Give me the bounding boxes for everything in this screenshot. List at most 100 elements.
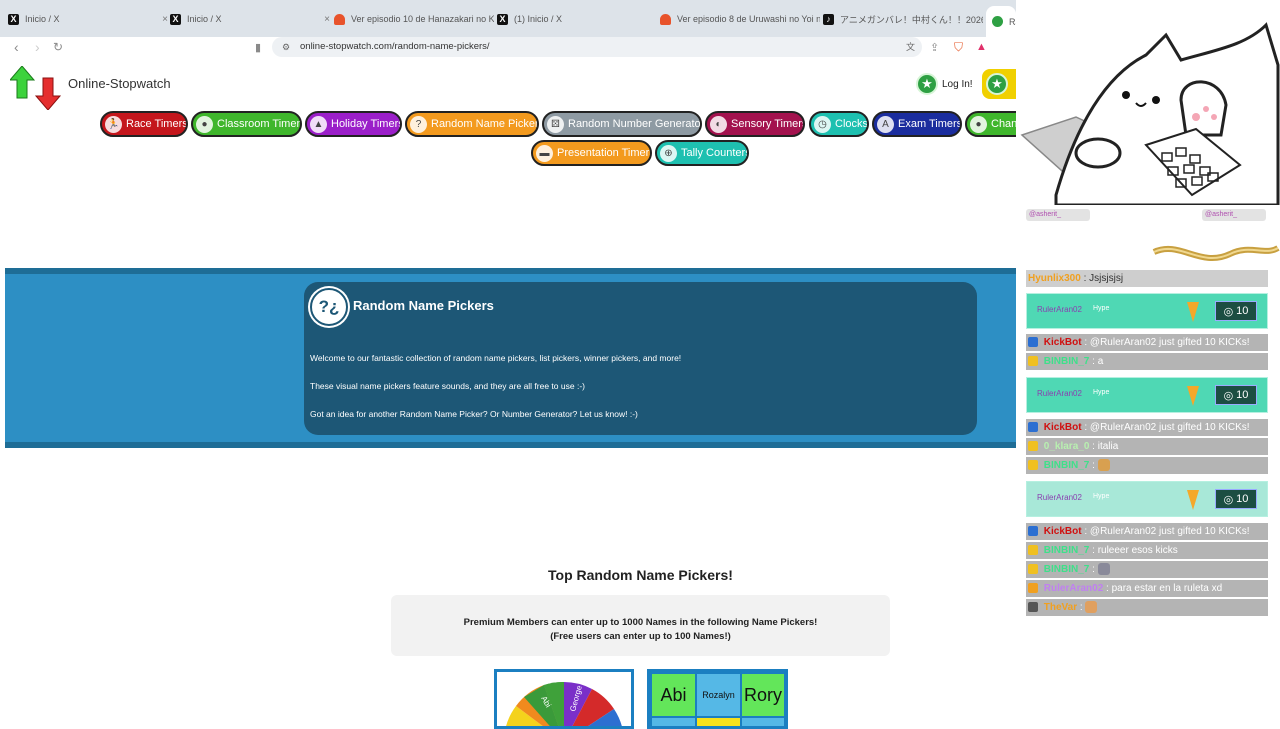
tab-6[interactable]: ♪ アニメガンバレ！中村くん！！2026年... <box>823 8 983 30</box>
forward-icon[interactable]: › <box>35 39 40 55</box>
reload-icon[interactable]: ↻ <box>53 40 63 54</box>
chat-text: : @RulerAran02 just gifted 10 KICKs! <box>1084 526 1250 537</box>
bongo-cat-image <box>1020 22 1280 207</box>
site-title[interactable]: Online-Stopwatch <box>68 76 171 91</box>
chat-message: Hyunlix300 : Jsjsjsjsj <box>1026 270 1268 287</box>
chat-message: BINBIN_7 : a <box>1026 353 1268 370</box>
tab-active[interactable]: Ra <box>986 6 1016 37</box>
close-icon[interactable]: × <box>324 14 330 25</box>
bookmark-icon[interactable]: ▮ <box>255 41 261 54</box>
badge-icon <box>1028 460 1038 471</box>
carrot-icon <box>1187 302 1199 322</box>
tab-label: Ver episodio 8 de Uruwashi no Yoi n... <box>677 14 820 24</box>
handle-text: @asherit_ <box>1205 211 1238 218</box>
translate-icon[interactable]: 文 <box>906 37 915 57</box>
hype-tag: Hype <box>1093 305 1110 312</box>
grid-picker-card[interactable]: Abi Rozalyn Rory <box>647 669 788 729</box>
hype-username: RulerAran02 <box>1037 305 1082 314</box>
clock-icon: ◷ <box>814 115 831 133</box>
tab-2[interactable]: X Inicio / X × <box>170 8 330 30</box>
category-label: Clocks <box>835 118 869 130</box>
tree-icon: ▲ <box>310 115 327 133</box>
chat-text: : para estar en la ruleta xd <box>1106 583 1223 594</box>
site-logo-icon[interactable] <box>10 66 62 110</box>
hype-event: RulerAran02 Hype ◎ 10 <box>1026 481 1268 517</box>
chat-username: BINBIN_7 <box>1043 545 1090 556</box>
category-holiday-timers[interactable]: ▲ Holiday Timers <box>305 111 402 137</box>
x-icon: X <box>8 13 19 25</box>
grid-cell: Rozalyn <box>697 674 740 716</box>
tab-label: Ver episodio 10 de Hanazakari no K... <box>351 14 494 24</box>
x-icon: X <box>497 13 508 25</box>
chat-message: BINBIN_7 : <box>1026 561 1268 578</box>
tab-5[interactable]: Ver episodio 8 de Uruwashi no Yoi n... × <box>660 8 820 30</box>
login-button[interactable]: ★ Log In! <box>916 73 973 95</box>
category-random-number-generators[interactable]: ⚄ Random Number Generators <box>542 111 702 137</box>
category-classroom-timers[interactable]: ● Classroom Timers <box>191 111 302 137</box>
site-info-icon[interactable]: ⚙ <box>282 37 290 57</box>
question-icon: ? <box>410 115 427 133</box>
stopwatch-icon <box>992 16 1003 27</box>
info-paragraph: Got an idea for another Random Name Pick… <box>310 409 638 419</box>
share-icon[interactable]: ⇪ <box>930 41 939 54</box>
badge-icon <box>1028 564 1038 575</box>
badge-icon <box>1028 602 1038 613</box>
category-race-timers[interactable]: 🏃 Race Timers <box>100 111 188 137</box>
grade-a-icon: A <box>877 115 894 133</box>
dragon-decoration-icon <box>1152 245 1280 262</box>
category-sensory-timers[interactable]: ◐ Sensory Timers <box>705 111 805 137</box>
chat-message: BINBIN_7 : ruleeer esos kicks <box>1026 542 1268 559</box>
chat-message: KickBot : @RulerAran02 just gifted 10 KI… <box>1026 334 1268 351</box>
premium-notice: Premium Members can enter up to 1000 Nam… <box>391 595 890 656</box>
dice-icon: ⚄ <box>547 115 564 133</box>
category-label: Race Timers <box>126 118 188 130</box>
chat-username: KickBot <box>1043 422 1082 433</box>
chat-message: TheVar : <box>1026 599 1268 616</box>
section-heading: Top Random Name Pickers! <box>548 567 733 583</box>
chat-username: BINBIN_7 <box>1043 460 1090 471</box>
tab-1[interactable]: X Inicio / X × <box>8 8 168 30</box>
chat-text: : ruleeer esos kicks <box>1092 545 1178 556</box>
chat-text: : <box>1092 564 1095 575</box>
chat-text: : <box>1079 602 1083 613</box>
badge-icon <box>1028 441 1038 452</box>
hype-event: RulerAran02 Hype ◎ 10 <box>1026 293 1268 329</box>
chat-username: Hyunlix300 <box>1028 273 1081 284</box>
category-random-name-pickers[interactable]: ? Random Name Pickers <box>405 111 539 137</box>
category-tally-counters[interactable]: ⊕ Tally Counters <box>655 140 749 166</box>
close-icon[interactable]: × <box>162 14 168 25</box>
category-clocks[interactable]: ◷ Clocks <box>809 111 869 137</box>
login-label: Log In! <box>942 78 973 90</box>
tab-label: (1) Inicio / X <box>514 14 563 24</box>
category-exam-timers[interactable]: A Exam Timers <box>872 111 962 137</box>
chat-username: BINBIN_7 <box>1043 564 1090 575</box>
address-bar[interactable]: ⚙ online-stopwatch.com/random-name-picke… <box>272 37 922 57</box>
tab-3[interactable]: Ver episodio 10 de Hanazakari no K... <box>334 8 494 30</box>
category-presentation-timers[interactable]: ▬ Presentation Timers <box>531 140 652 166</box>
question-marks-icon: ?¿ <box>310 288 348 326</box>
spinner-wheel: Abi George <box>506 681 622 726</box>
rewards-icon[interactable]: ▲ <box>976 41 987 53</box>
tab-strip: X Inicio / X × X Inicio / X × Ver episod… <box>0 0 1016 37</box>
category-label: Holiday Timers <box>331 118 402 130</box>
chat-username: BINBIN_7 <box>1043 356 1090 367</box>
speech-bubble-icon: ▬ <box>536 144 553 162</box>
info-paragraph: Welcome to our fantastic collection of r… <box>310 353 682 363</box>
carrot-icon <box>1187 490 1199 510</box>
stream-chat: Hyunlix300 : Jsjsjsjsj RulerAran02 Hype … <box>1026 270 1270 620</box>
badge-icon <box>1028 583 1038 594</box>
heart-icon <box>660 13 671 25</box>
brave-shield-icon[interactable]: ⛉ <box>954 40 963 55</box>
category-label: Random Number Generators <box>568 118 702 130</box>
chat-message: KickBot : @RulerAran02 just gifted 10 KI… <box>1026 419 1268 436</box>
hype-tag: Hype <box>1093 493 1110 500</box>
back-icon[interactable]: ‹ <box>14 39 19 55</box>
apple-icon: ● <box>196 115 213 133</box>
wheel-picker-card[interactable]: Abi George <box>494 669 634 729</box>
hype-count-value: 10 <box>1236 493 1249 505</box>
info-paragraph: These visual name pickers feature sounds… <box>310 381 585 391</box>
tab-4[interactable]: X (1) Inicio / X <box>497 8 657 30</box>
star-icon: ★ <box>916 73 938 95</box>
hype-count-value: 10 <box>1236 305 1249 317</box>
hype-event: RulerAran02 Hype ◎ 10 <box>1026 377 1268 413</box>
